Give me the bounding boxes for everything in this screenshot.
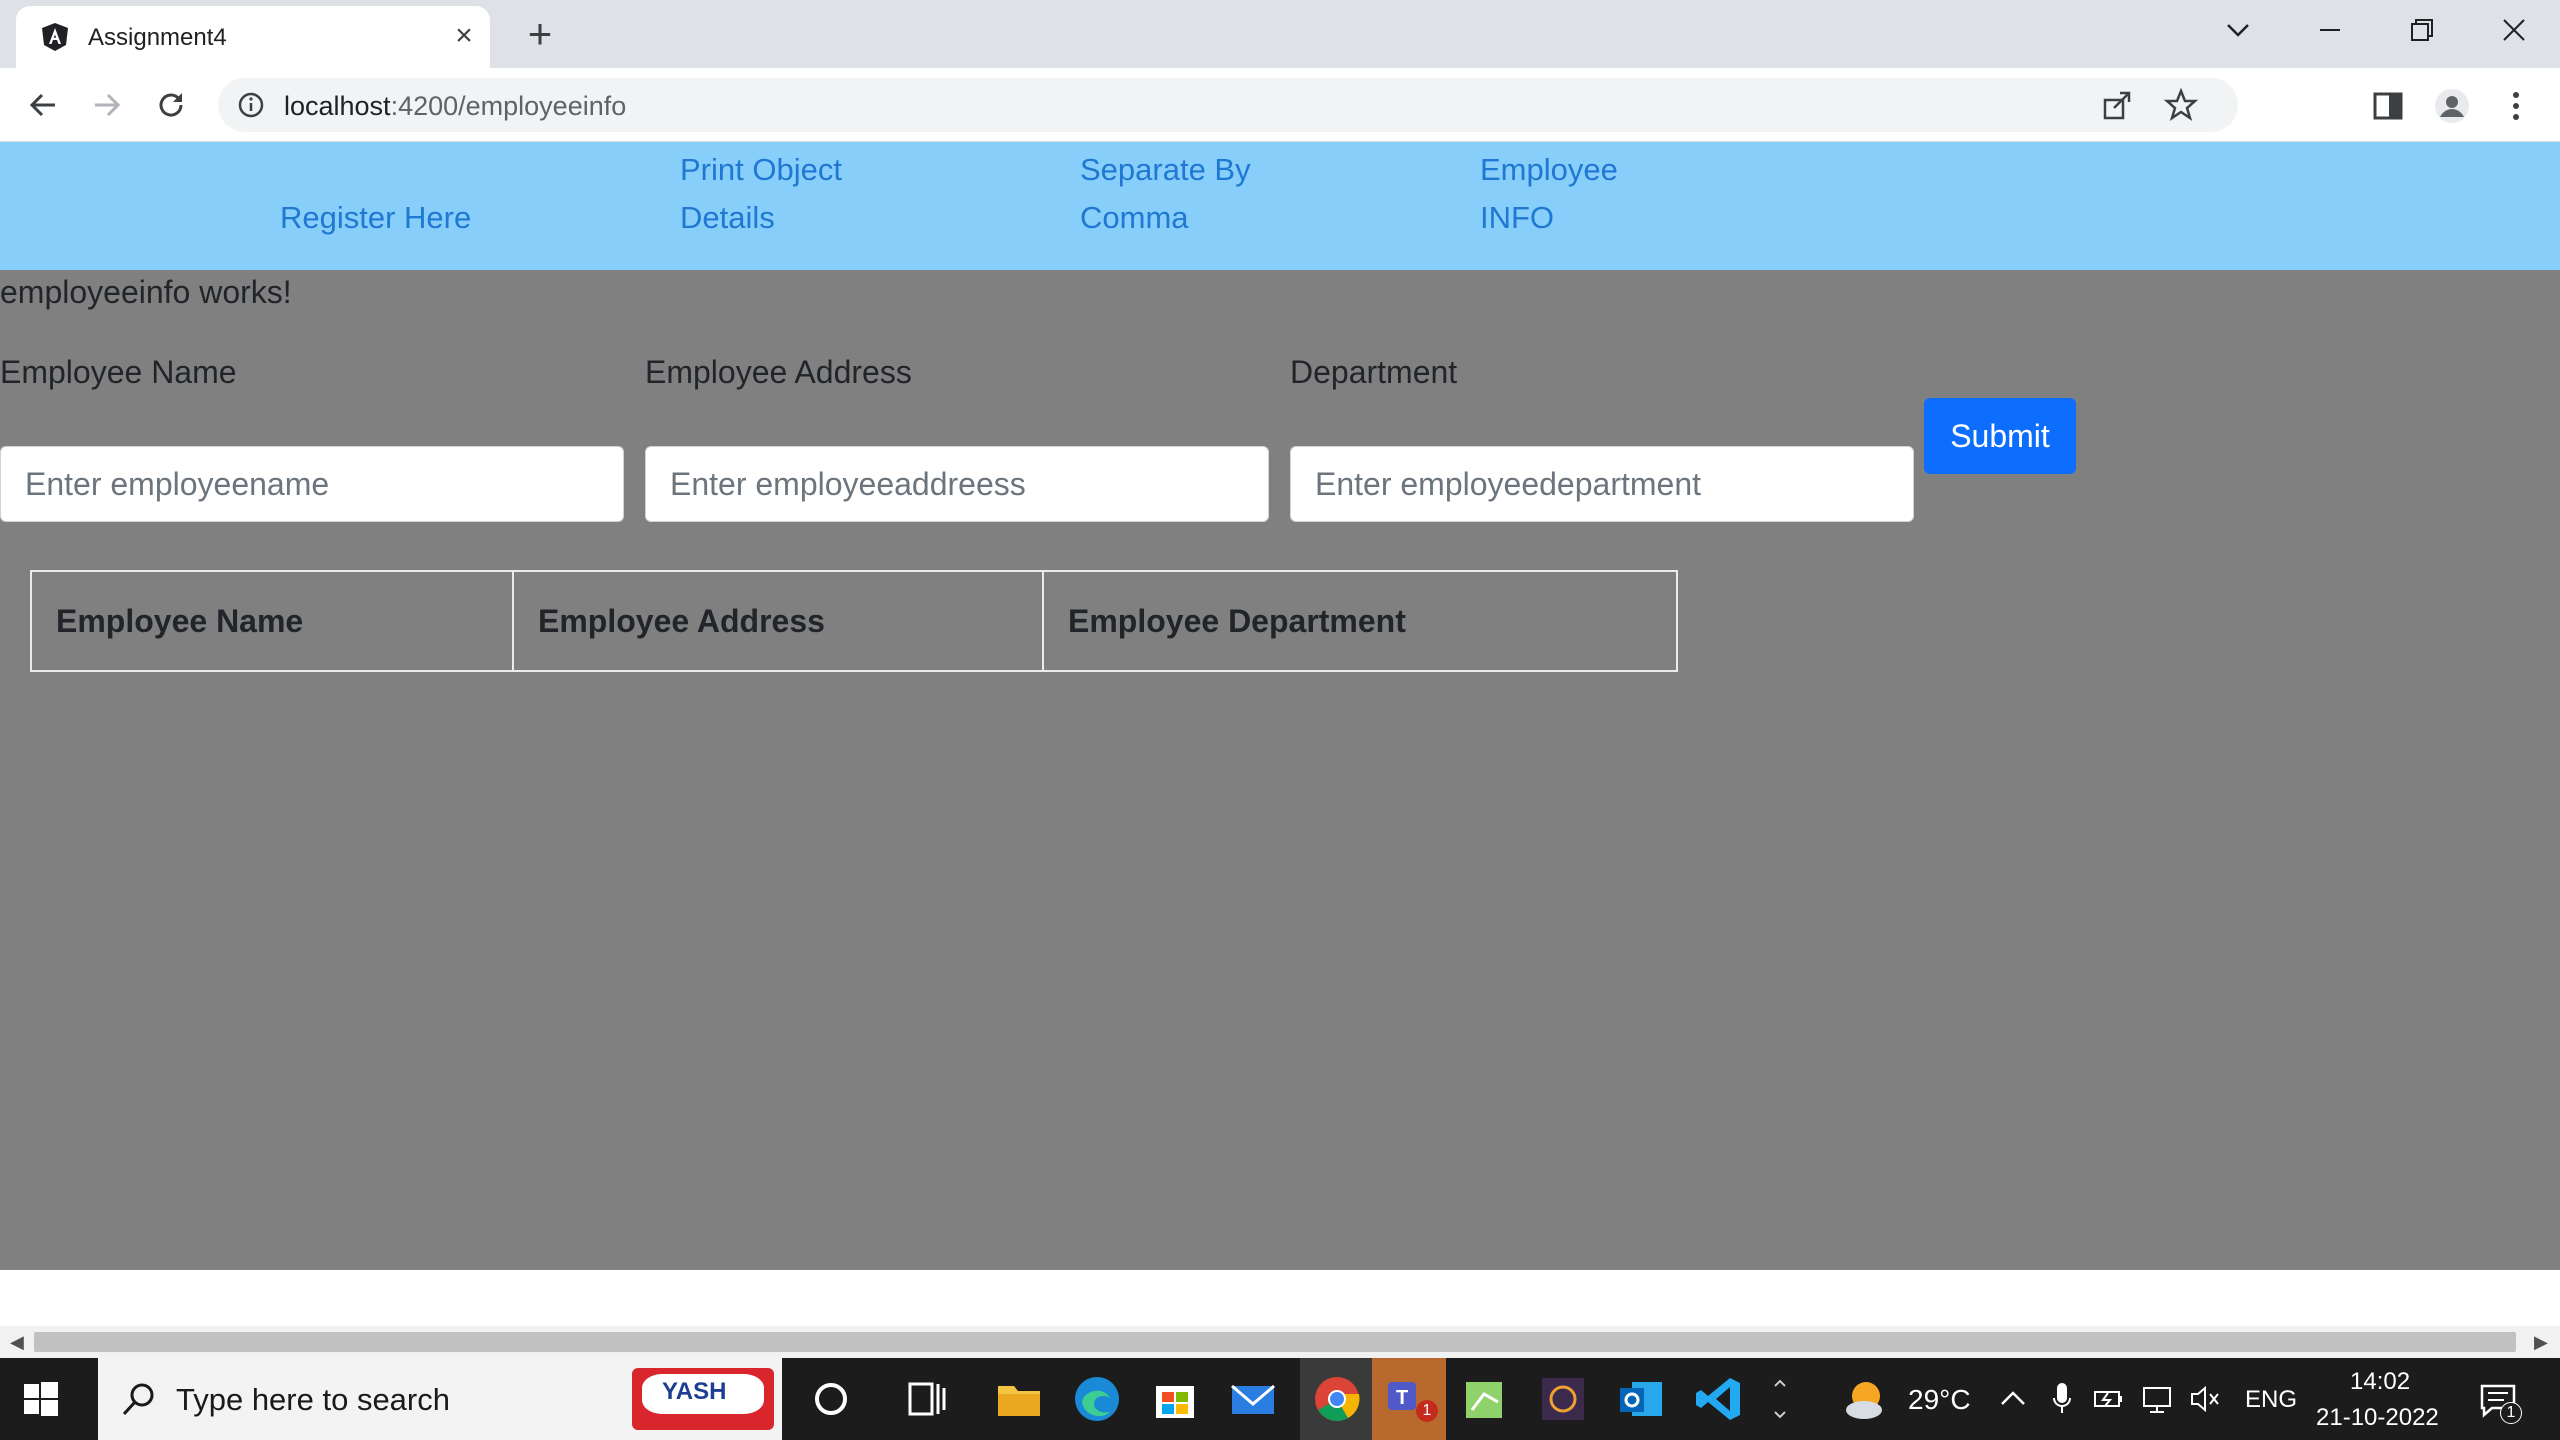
windows-taskbar: Type here to search YASH T 1 29°C ENG 14…: [0, 1358, 2560, 1440]
close-window-icon[interactable]: [2484, 10, 2544, 50]
cortana-icon[interactable]: [804, 1372, 858, 1426]
address-bar[interactable]: localhost:4200/employeeinfo: [218, 78, 2238, 132]
forward-arrow-icon: [95, 93, 121, 117]
url-host: localhost: [284, 91, 391, 121]
new-tab-button[interactable]: +: [518, 13, 562, 58]
nav-link-print-object-line2: Details: [680, 200, 775, 235]
teams-taskbar-button[interactable]: T 1: [1372, 1358, 1446, 1440]
weather-temperature[interactable]: 29°C: [1908, 1384, 1971, 1416]
vscode-icon[interactable]: [1692, 1372, 1746, 1426]
microsoft-store-icon[interactable]: [1148, 1372, 1202, 1426]
share-icon[interactable]: [2100, 88, 2134, 122]
department-label: Department: [1290, 354, 1458, 390]
employee-address-label: Employee Address: [645, 354, 912, 390]
tray-up-arrow-icon[interactable]: [1998, 1386, 2028, 1410]
side-panel-icon[interactable]: [2368, 86, 2408, 126]
url-path: :4200/employeeinfo: [390, 91, 627, 121]
nav-link-register[interactable]: Register Here: [280, 194, 471, 242]
page-content: Register Here Print Object Details Separ…: [0, 142, 2560, 1270]
yash-logo: YASH: [632, 1368, 774, 1430]
bookmark-star-icon[interactable]: [2164, 88, 2198, 122]
svg-text:T: T: [1396, 1387, 1408, 1409]
chrome-taskbar-button[interactable]: [1300, 1358, 1374, 1440]
nav-link-separate-comma[interactable]: Separate By Comma: [1080, 146, 1251, 242]
employee-department-input[interactable]: [1290, 446, 1914, 522]
employee-name-label: Employee Name: [0, 354, 237, 390]
search-icon: [122, 1383, 154, 1416]
browser-tab[interactable]: Assignment4 ×: [16, 6, 490, 68]
nav-link-employee-info-line2: INFO: [1480, 200, 1555, 235]
nav-link-print-object[interactable]: Print Object Details: [680, 146, 842, 242]
taskbar-search-box[interactable]: Type here to search YASH: [98, 1358, 782, 1440]
nav-link-print-object-line1: Print Object: [680, 152, 842, 187]
profile-avatar-icon[interactable]: [2432, 86, 2472, 126]
browser-toolbar: localhost:4200/employeeinfo: [0, 68, 2560, 142]
back-button[interactable]: [20, 82, 66, 128]
employee-address-input[interactable]: [645, 446, 1269, 522]
tab-close-icon[interactable]: ×: [448, 20, 480, 52]
task-view-icon[interactable]: [900, 1372, 954, 1426]
angular-logo-icon: [42, 23, 68, 51]
network-icon[interactable]: [2140, 1382, 2176, 1416]
employee-table: Employee Name Employee Address Employee …: [30, 570, 1678, 672]
table-header-row: Employee Name Employee Address Employee …: [30, 570, 1678, 672]
col-employee-address: Employee Address: [512, 570, 1044, 672]
horizontal-scrollbar[interactable]: ◀ ▶: [0, 1326, 2560, 1358]
restore-icon[interactable]: [2392, 10, 2452, 50]
taskbar-overflow-chevrons-icon[interactable]: [1772, 1368, 1788, 1430]
employee-name-input[interactable]: [0, 446, 624, 522]
minimize-icon[interactable]: [2300, 10, 2360, 50]
search-placeholder: Type here to search: [176, 1382, 450, 1417]
scroll-right-icon[interactable]: ▶: [2534, 1332, 2548, 1353]
edge-browser-icon[interactable]: [1070, 1372, 1124, 1426]
notepad-plus-icon[interactable]: [1458, 1372, 1512, 1426]
tab-search-chevron-icon[interactable]: [2208, 10, 2268, 50]
weather-sun-cloud-icon[interactable]: [1842, 1376, 1892, 1422]
back-arrow-icon: [29, 93, 55, 117]
mail-icon[interactable]: [1226, 1372, 1280, 1426]
language-indicator[interactable]: ENG: [2245, 1386, 2297, 1414]
nav-link-register-label: Register Here: [280, 200, 472, 235]
java-ee-ide-icon[interactable]: [1536, 1372, 1590, 1426]
volume-muted-icon[interactable]: [2188, 1382, 2222, 1416]
scroll-left-icon[interactable]: ◀: [10, 1332, 24, 1353]
file-explorer-icon[interactable]: [992, 1372, 1046, 1426]
col-employee-name: Employee Name: [30, 570, 514, 672]
forward-button[interactable]: [84, 82, 130, 128]
submit-button[interactable]: Submit: [1924, 398, 2076, 474]
nav-link-separate-comma-line1: Separate By: [1080, 152, 1251, 187]
site-info-icon[interactable]: [236, 90, 266, 120]
reload-button[interactable]: [148, 82, 194, 128]
teams-badge: 1: [1416, 1400, 1438, 1422]
chrome-icon: [1315, 1377, 1360, 1421]
tab-title: Assignment4: [88, 24, 227, 51]
outlook-icon[interactable]: [1614, 1372, 1668, 1426]
microphone-icon[interactable]: [2050, 1380, 2074, 1418]
scrollbar-thumb[interactable]: [34, 1332, 2516, 1352]
col-employee-department: Employee Department: [1042, 570, 1678, 672]
url-text[interactable]: localhost:4200/employeeinfo: [284, 91, 626, 122]
yash-logo-text: YASH: [662, 1378, 727, 1405]
nav-link-separate-comma-line2: Comma: [1080, 200, 1189, 235]
browser-tab-strip: Assignment4 × +: [0, 0, 2560, 68]
component-works-text: employeeinfo works!: [0, 274, 292, 310]
reload-icon: [159, 93, 183, 117]
notification-count-badge: 1: [2500, 1402, 2522, 1424]
clock-date[interactable]: 21-10-2022: [2316, 1404, 2439, 1432]
battery-charging-icon[interactable]: [2092, 1382, 2126, 1416]
windows-start-icon[interactable]: [20, 1378, 62, 1420]
nav-link-employee-info[interactable]: Employee INFO: [1480, 146, 1618, 242]
more-menu-icon[interactable]: [2496, 86, 2536, 126]
clock-time[interactable]: 14:02: [2350, 1368, 2410, 1396]
app-navbar: Register Here Print Object Details Separ…: [0, 142, 2560, 270]
nav-link-employee-info-line1: Employee: [1480, 152, 1618, 187]
